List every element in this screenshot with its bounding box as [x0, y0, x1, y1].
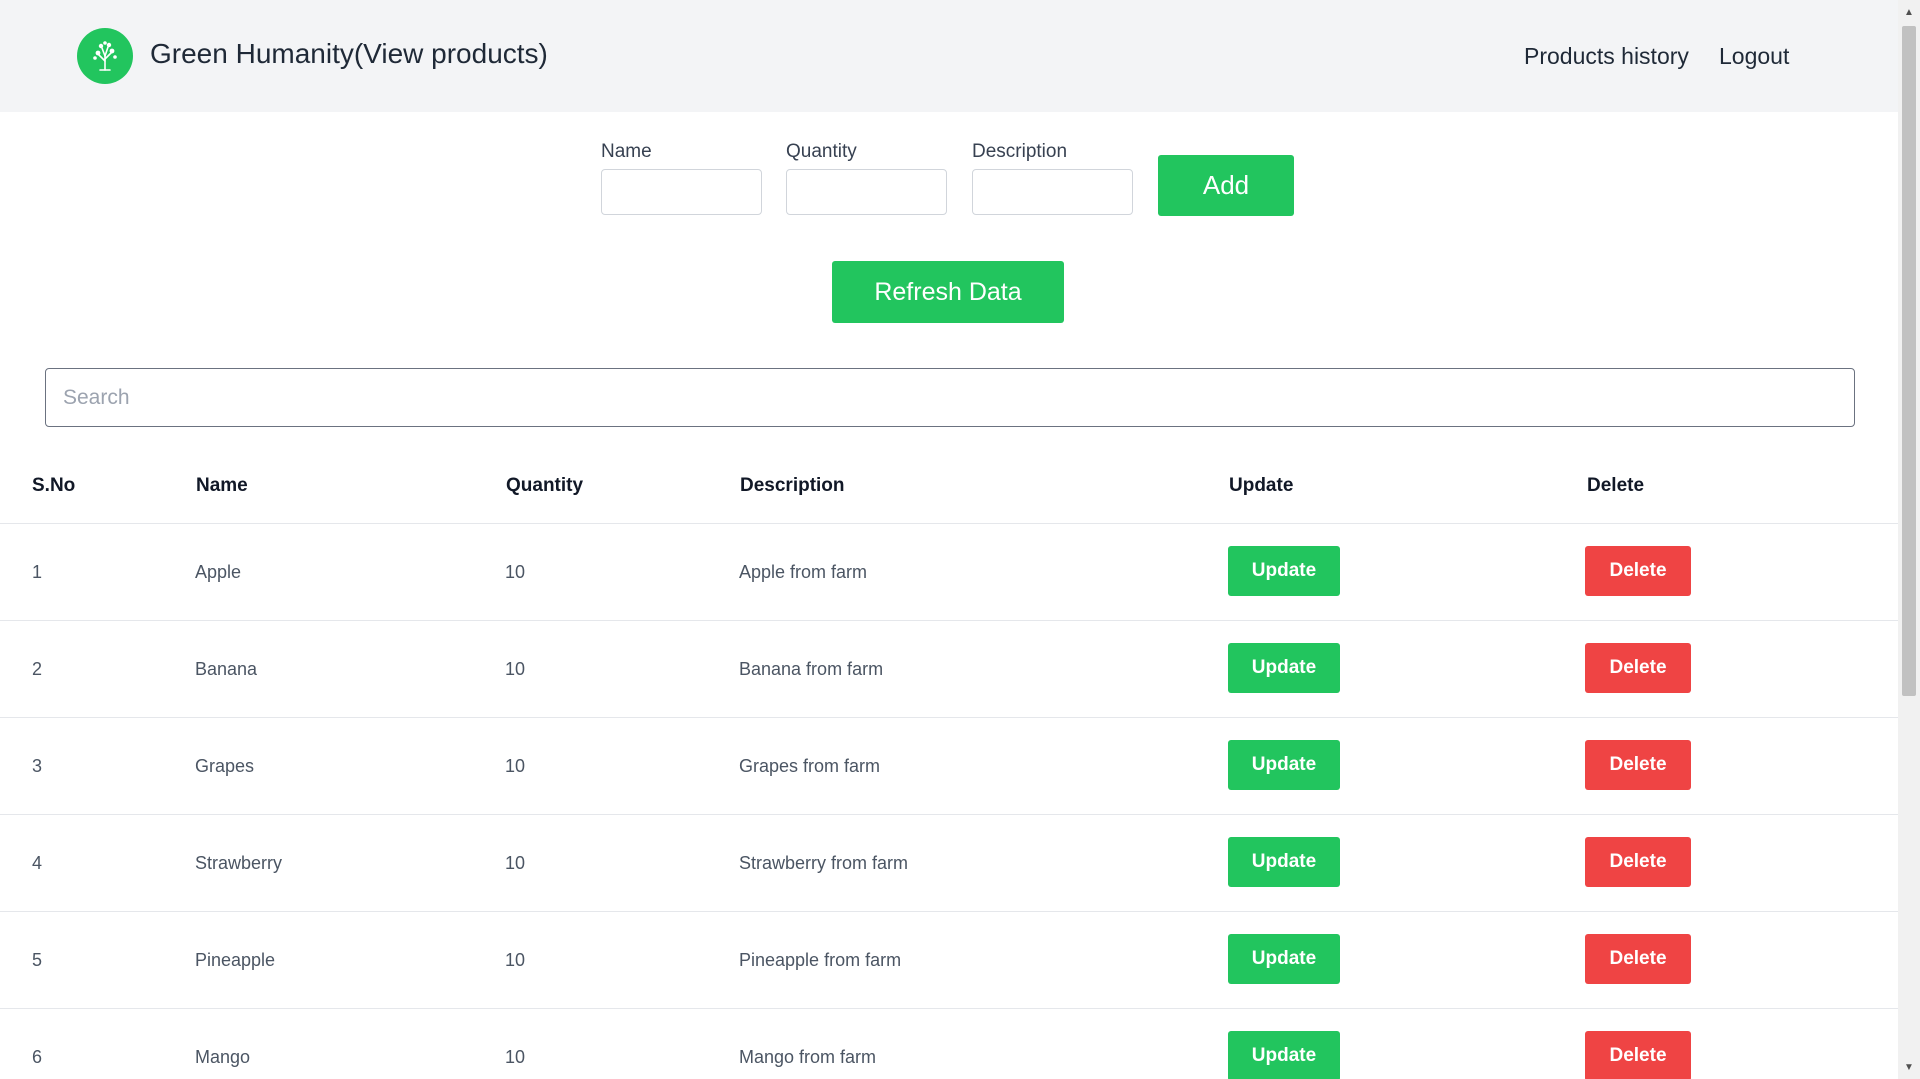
delete-button[interactable]: Delete: [1585, 837, 1691, 887]
cell-name: Apple: [195, 562, 242, 582]
cell-name: Grapes: [195, 756, 255, 776]
page-title: Green Humanity(View products): [150, 38, 548, 69]
cell-description: Grapes from farm: [739, 756, 881, 776]
col-header-delete: Delete: [1587, 475, 1645, 496]
update-button[interactable]: Update: [1228, 1031, 1340, 1079]
vertical-scrollbar[interactable]: ▲ ▼: [1898, 0, 1920, 1079]
update-button[interactable]: Update: [1228, 643, 1340, 693]
update-button[interactable]: Update: [1228, 740, 1340, 790]
col-header-name: Name: [196, 475, 248, 496]
name-label: Name: [601, 141, 652, 162]
cell-quantity: 10: [505, 562, 526, 582]
col-header-description: Description: [740, 475, 845, 496]
scrollbar-thumb[interactable]: [1902, 26, 1916, 696]
col-header-update: Update: [1229, 475, 1294, 496]
name-input[interactable]: [601, 169, 762, 215]
quantity-input[interactable]: [786, 169, 947, 215]
table-row: 5 Pineapple 10 Pineapple from farm Updat…: [0, 911, 1898, 1009]
refresh-data-button[interactable]: Refresh Data: [832, 261, 1064, 323]
cell-sno: 2: [32, 659, 43, 679]
cell-name: Strawberry: [195, 853, 283, 873]
table-row: 2 Banana 10 Banana from farm Update Dele…: [0, 620, 1898, 718]
delete-button[interactable]: Delete: [1585, 643, 1691, 693]
update-button[interactable]: Update: [1228, 837, 1340, 887]
cell-quantity: 10: [505, 853, 526, 873]
cell-quantity: 10: [505, 659, 526, 679]
update-button[interactable]: Update: [1228, 546, 1340, 596]
scroll-down-arrow-icon[interactable]: ▼: [1898, 1057, 1920, 1077]
col-header-quantity: Quantity: [506, 475, 584, 496]
nav-logout-link[interactable]: Logout: [1719, 43, 1789, 70]
cell-sno: 1: [32, 562, 43, 582]
cell-description: Mango from farm: [739, 1047, 877, 1067]
tree-icon-graphic: [93, 41, 117, 71]
quantity-label: Quantity: [786, 141, 857, 162]
table-row: 6 Mango 10 Mango from farm Update Delete: [0, 1008, 1898, 1079]
nav-products-history-link[interactable]: Products history: [1524, 43, 1689, 70]
add-button[interactable]: Add: [1158, 155, 1294, 216]
search-input[interactable]: Search: [45, 368, 1855, 427]
cell-sno: 3: [32, 756, 43, 776]
scroll-up-arrow-icon[interactable]: ▲: [1898, 2, 1920, 22]
delete-button[interactable]: Delete: [1585, 740, 1691, 790]
description-input[interactable]: [972, 169, 1133, 215]
cell-quantity: 10: [505, 1047, 526, 1067]
delete-button[interactable]: Delete: [1585, 934, 1691, 984]
page: Green Humanity(View products) Products h…: [0, 0, 1920, 1079]
top-navbar: Green Humanity(View products) Products h…: [0, 0, 1898, 112]
cell-description: Strawberry from farm: [739, 853, 909, 873]
cell-quantity: 10: [505, 756, 526, 776]
description-label: Description: [972, 141, 1068, 162]
cell-description: Banana from farm: [739, 659, 884, 679]
cell-description: Apple from farm: [739, 562, 868, 582]
tree-icon[interactable]: [77, 28, 133, 84]
search-placeholder: Search: [63, 385, 130, 409]
cell-name: Banana: [195, 659, 258, 679]
cell-sno: 4: [32, 853, 43, 873]
cell-quantity: 10: [505, 950, 526, 970]
table-row: 4 Strawberry 10 Strawberry from farm Upd…: [0, 814, 1898, 912]
update-button[interactable]: Update: [1228, 934, 1340, 984]
col-header-sno: S.No: [32, 475, 76, 496]
table-row: 1 Apple 10 Apple from farm Update Delete: [0, 523, 1898, 621]
table-row: 3 Grapes 10 Grapes from farm Update Dele…: [0, 717, 1898, 815]
delete-button[interactable]: Delete: [1585, 546, 1691, 596]
cell-sno: 5: [32, 950, 43, 970]
delete-button[interactable]: Delete: [1585, 1031, 1691, 1079]
cell-sno: 6: [32, 1047, 43, 1067]
cell-name: Pineapple: [195, 950, 276, 970]
cell-description: Pineapple from farm: [739, 950, 902, 970]
cell-name: Mango: [195, 1047, 251, 1067]
